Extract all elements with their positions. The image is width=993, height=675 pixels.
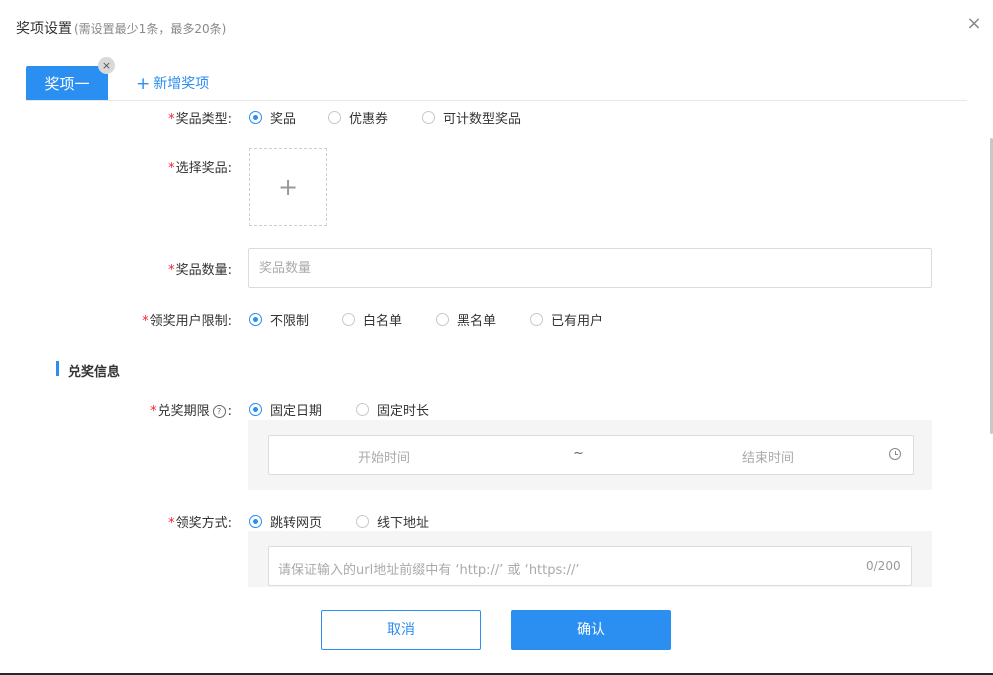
required-mark: * — [168, 263, 175, 278]
required-mark: * — [168, 112, 175, 127]
radio-unchecked-icon — [356, 403, 369, 416]
radio-unchecked-icon — [356, 515, 369, 528]
tab-close-icon[interactable]: × — [98, 57, 115, 74]
required-mark: * — [150, 404, 157, 419]
range-separator: ~ — [573, 446, 584, 461]
radio-unchecked-icon — [328, 111, 341, 124]
radio-user-limit-existing[interactable]: 已有用户 — [530, 310, 603, 329]
prize-quantity-input[interactable] — [248, 248, 932, 288]
radio-checked-icon — [249, 515, 262, 528]
dialog-close-icon[interactable]: × — [964, 14, 984, 34]
add-prize-tab-button[interactable]: + 新增奖项 — [136, 73, 210, 94]
dialog-title: 奖项设置 (需设置最少1条，最多20条) — [16, 18, 226, 38]
radio-user-limit-blacklist[interactable]: 黑名单 — [436, 310, 496, 329]
select-prize-label: *选择奖品: — [168, 161, 232, 176]
section-title-redeem: 兑奖信息 — [68, 365, 121, 380]
add-prize-label: 新增奖项 — [153, 76, 210, 92]
radio-period-fixed-date[interactable]: 固定日期 — [249, 400, 322, 419]
upload-prize-button[interactable]: + — [249, 148, 327, 226]
redeem-period-label: *兑奖期限?: — [150, 404, 232, 419]
radio-unchecked-icon — [436, 313, 449, 326]
radio-method-web-redirect[interactable]: 跳转网页 — [249, 512, 322, 531]
dialog-subtitle: (需设置最少1条，最多20条) — [74, 22, 227, 36]
radio-prize-type-coupon[interactable]: 优惠券 — [328, 108, 388, 127]
prize-type-label: *奖品类型: — [168, 112, 232, 127]
radio-unchecked-icon — [530, 313, 543, 326]
radio-user-limit-none[interactable]: 不限制 — [249, 310, 309, 329]
required-mark: * — [142, 314, 149, 329]
radio-checked-icon — [249, 403, 262, 416]
dialog-title-text: 奖项设置 — [16, 21, 72, 37]
url-input-placeholder: 请保证输入的url地址前缀中有 ‘http://’ 或 ‘https://’ — [278, 563, 580, 578]
radio-method-offline-address[interactable]: 线下地址 — [356, 512, 429, 531]
dialog-footer — [0, 587, 993, 673]
section-accent-bar — [56, 361, 59, 376]
url-char-counter: 0/200 — [866, 559, 901, 573]
radio-checked-icon — [249, 111, 262, 124]
cancel-button[interactable]: 取消 — [321, 610, 481, 650]
radio-period-fixed-duration[interactable]: 固定时长 — [356, 400, 429, 419]
prize-quantity-label: *奖品数量: — [168, 263, 232, 278]
question-circle-icon[interactable]: ? — [212, 405, 226, 418]
tab-divider — [26, 100, 967, 101]
required-mark: * — [168, 516, 175, 531]
radio-user-limit-whitelist[interactable]: 白名单 — [342, 310, 402, 329]
radio-unchecked-icon — [342, 313, 355, 326]
clock-icon[interactable] — [889, 448, 901, 460]
radio-prize-type-countable[interactable]: 可计数型奖品 — [422, 108, 521, 127]
confirm-button[interactable]: 确认 — [511, 610, 671, 650]
radio-unchecked-icon — [422, 111, 435, 124]
required-mark: * — [168, 161, 175, 176]
tab-prize-1[interactable]: 奖项一 — [26, 66, 108, 100]
user-limit-label: *领奖用户限制: — [142, 314, 232, 329]
plus-icon: + — [136, 74, 151, 94]
radio-checked-icon — [249, 313, 262, 326]
end-time-input[interactable]: 结束时间 — [742, 447, 794, 466]
redeem-method-label: *领奖方式: — [168, 516, 232, 531]
plus-icon: + — [277, 173, 299, 201]
start-time-input[interactable]: 开始时间 — [358, 447, 410, 466]
radio-prize-type-prize[interactable]: 奖品 — [249, 108, 296, 127]
